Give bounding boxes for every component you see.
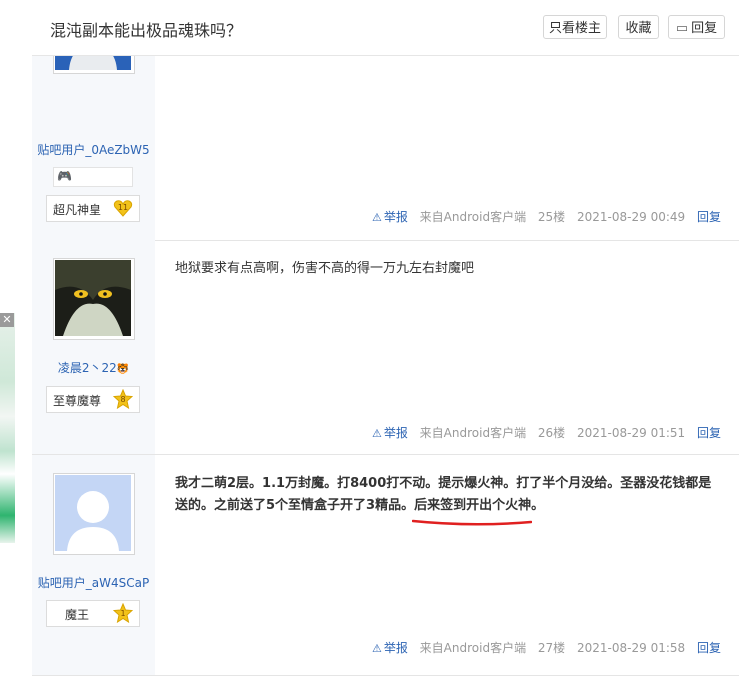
post-content: 我才二萌2层。1.1万封魔。打8400打不动。提示爆火神。打了半个月没给。圣器没…: [155, 455, 739, 675]
post-source: 来自Android客户端: [419, 426, 527, 440]
post-time: 2021-08-29 00:49: [577, 210, 686, 224]
level-name: 魔王: [65, 608, 90, 622]
post-source: 来自Android客户端: [419, 641, 527, 655]
thread-page: 贴吧用户_0AeZbW5 🎮 超凡神皇 11 ⚠ 举报 来自Android客户端 …: [32, 0, 739, 676]
floor-number: 26楼: [537, 426, 566, 440]
gamepad-icon: 🎮: [57, 169, 72, 183]
post-meta: ⚠ 举报 来自Android客户端 25楼 2021-08-29 00:49 回复: [364, 208, 721, 225]
author-sidebar: 凌晨2丶22🐯 至尊魔尊 8: [32, 240, 155, 454]
reply-link[interactable]: 回复: [697, 210, 721, 224]
author-username[interactable]: 贴吧用户_aW4SCaP: [32, 574, 155, 591]
default-avatar-icon: [55, 475, 131, 551]
floor-number: 25楼: [537, 210, 566, 224]
warning-icon: ⚠: [371, 211, 382, 224]
post-source: 来自Android客户端: [419, 210, 527, 224]
post-text-line: 送的。之前送了5个至情盒子开了3精品。后来签到开出个火神。: [175, 495, 711, 526]
level-name: 至尊魔尊: [53, 394, 102, 408]
avatar[interactable]: [53, 473, 135, 555]
post-floor-27: 贴吧用户_aW4SCaP 魔王 1 我才二萌2层。1.1万封魔。打8400打不动…: [32, 455, 739, 676]
star-level-icon: 8: [113, 389, 133, 409]
post-time: 2021-08-29 01:51: [577, 426, 686, 440]
level-badge[interactable]: 魔王 1: [46, 600, 140, 627]
level-name: 超凡神皇: [53, 203, 102, 217]
comment-icon: ▭: [675, 20, 689, 35]
author-username[interactable]: 贴吧用户_0AeZbW5: [32, 141, 155, 158]
red-underline-mark: [412, 519, 533, 526]
badge-slot: 🎮: [53, 167, 133, 187]
star-level-icon: 1: [113, 603, 133, 623]
author-username[interactable]: 凌晨2丶22🐯: [32, 359, 155, 376]
thread-header: 混沌副本能出极品魂珠吗？ 只看楼主 收藏 ▭ 回复: [32, 0, 739, 56]
svg-text:1: 1: [120, 609, 125, 618]
post-meta: ⚠ 举报 来自Android客户端 26楼 2021-08-29 01:51 回复: [364, 424, 721, 441]
warning-icon: ⚠: [371, 427, 382, 440]
author-sidebar: 贴吧用户_aW4SCaP 魔王 1: [32, 455, 155, 675]
floor-number: 27楼: [537, 641, 566, 655]
favorite-button[interactable]: 收藏: [618, 15, 659, 39]
warning-icon: ⚠: [371, 642, 382, 655]
report-link[interactable]: 举报: [384, 641, 408, 655]
post-text: 地狱要求有点高啊，伤害不高的得一万九左右封魔吧: [175, 261, 475, 276]
post-meta: ⚠ 举报 来自Android客户端 27楼 2021-08-29 01:58 回复: [364, 639, 721, 656]
level-badge[interactable]: 超凡神皇 11: [46, 195, 140, 222]
post-floor-26: 凌晨2丶22🐯 至尊魔尊 8 地狱要求有点高啊，伤害不高的得一万九左右封魔吧 ⚠…: [32, 240, 739, 455]
post-text: 我才二萌2层。1.1万封魔。打8400打不动。提示爆火神。打了半个月没给。圣器没…: [175, 473, 712, 526]
report-link[interactable]: 举报: [384, 426, 408, 440]
page-title: 混沌副本能出极品魂珠吗？: [50, 21, 243, 40]
avatar[interactable]: [53, 258, 135, 340]
svg-text:11: 11: [118, 203, 128, 212]
svg-text:8: 8: [120, 395, 125, 404]
heart-level-icon: 11: [113, 200, 133, 217]
report-link[interactable]: 举报: [384, 210, 408, 224]
tiger-icon: 🐯: [116, 364, 130, 375]
reply-link[interactable]: 回复: [697, 426, 721, 440]
only-op-button[interactable]: 只看楼主: [543, 15, 607, 39]
side-ad-fragment[interactable]: [0, 313, 15, 543]
level-badge[interactable]: 至尊魔尊 8: [46, 386, 140, 413]
post-time: 2021-08-29 01:58: [577, 641, 686, 655]
post-content: 地狱要求有点高啊，伤害不高的得一万九左右封魔吧 ⚠ 举报 来自Android客户端…: [155, 240, 739, 454]
ad-close-icon[interactable]: ✕: [0, 313, 14, 327]
post-text-line: 我才二萌2层。1.1万封魔。打8400打不动。提示爆火神。打了半个月没给。圣器没…: [175, 476, 712, 491]
highlighted-text: 后来签到开出个火神。: [412, 495, 544, 526]
reply-button[interactable]: ▭ 回复: [668, 15, 725, 39]
reply-link[interactable]: 回复: [697, 641, 721, 655]
